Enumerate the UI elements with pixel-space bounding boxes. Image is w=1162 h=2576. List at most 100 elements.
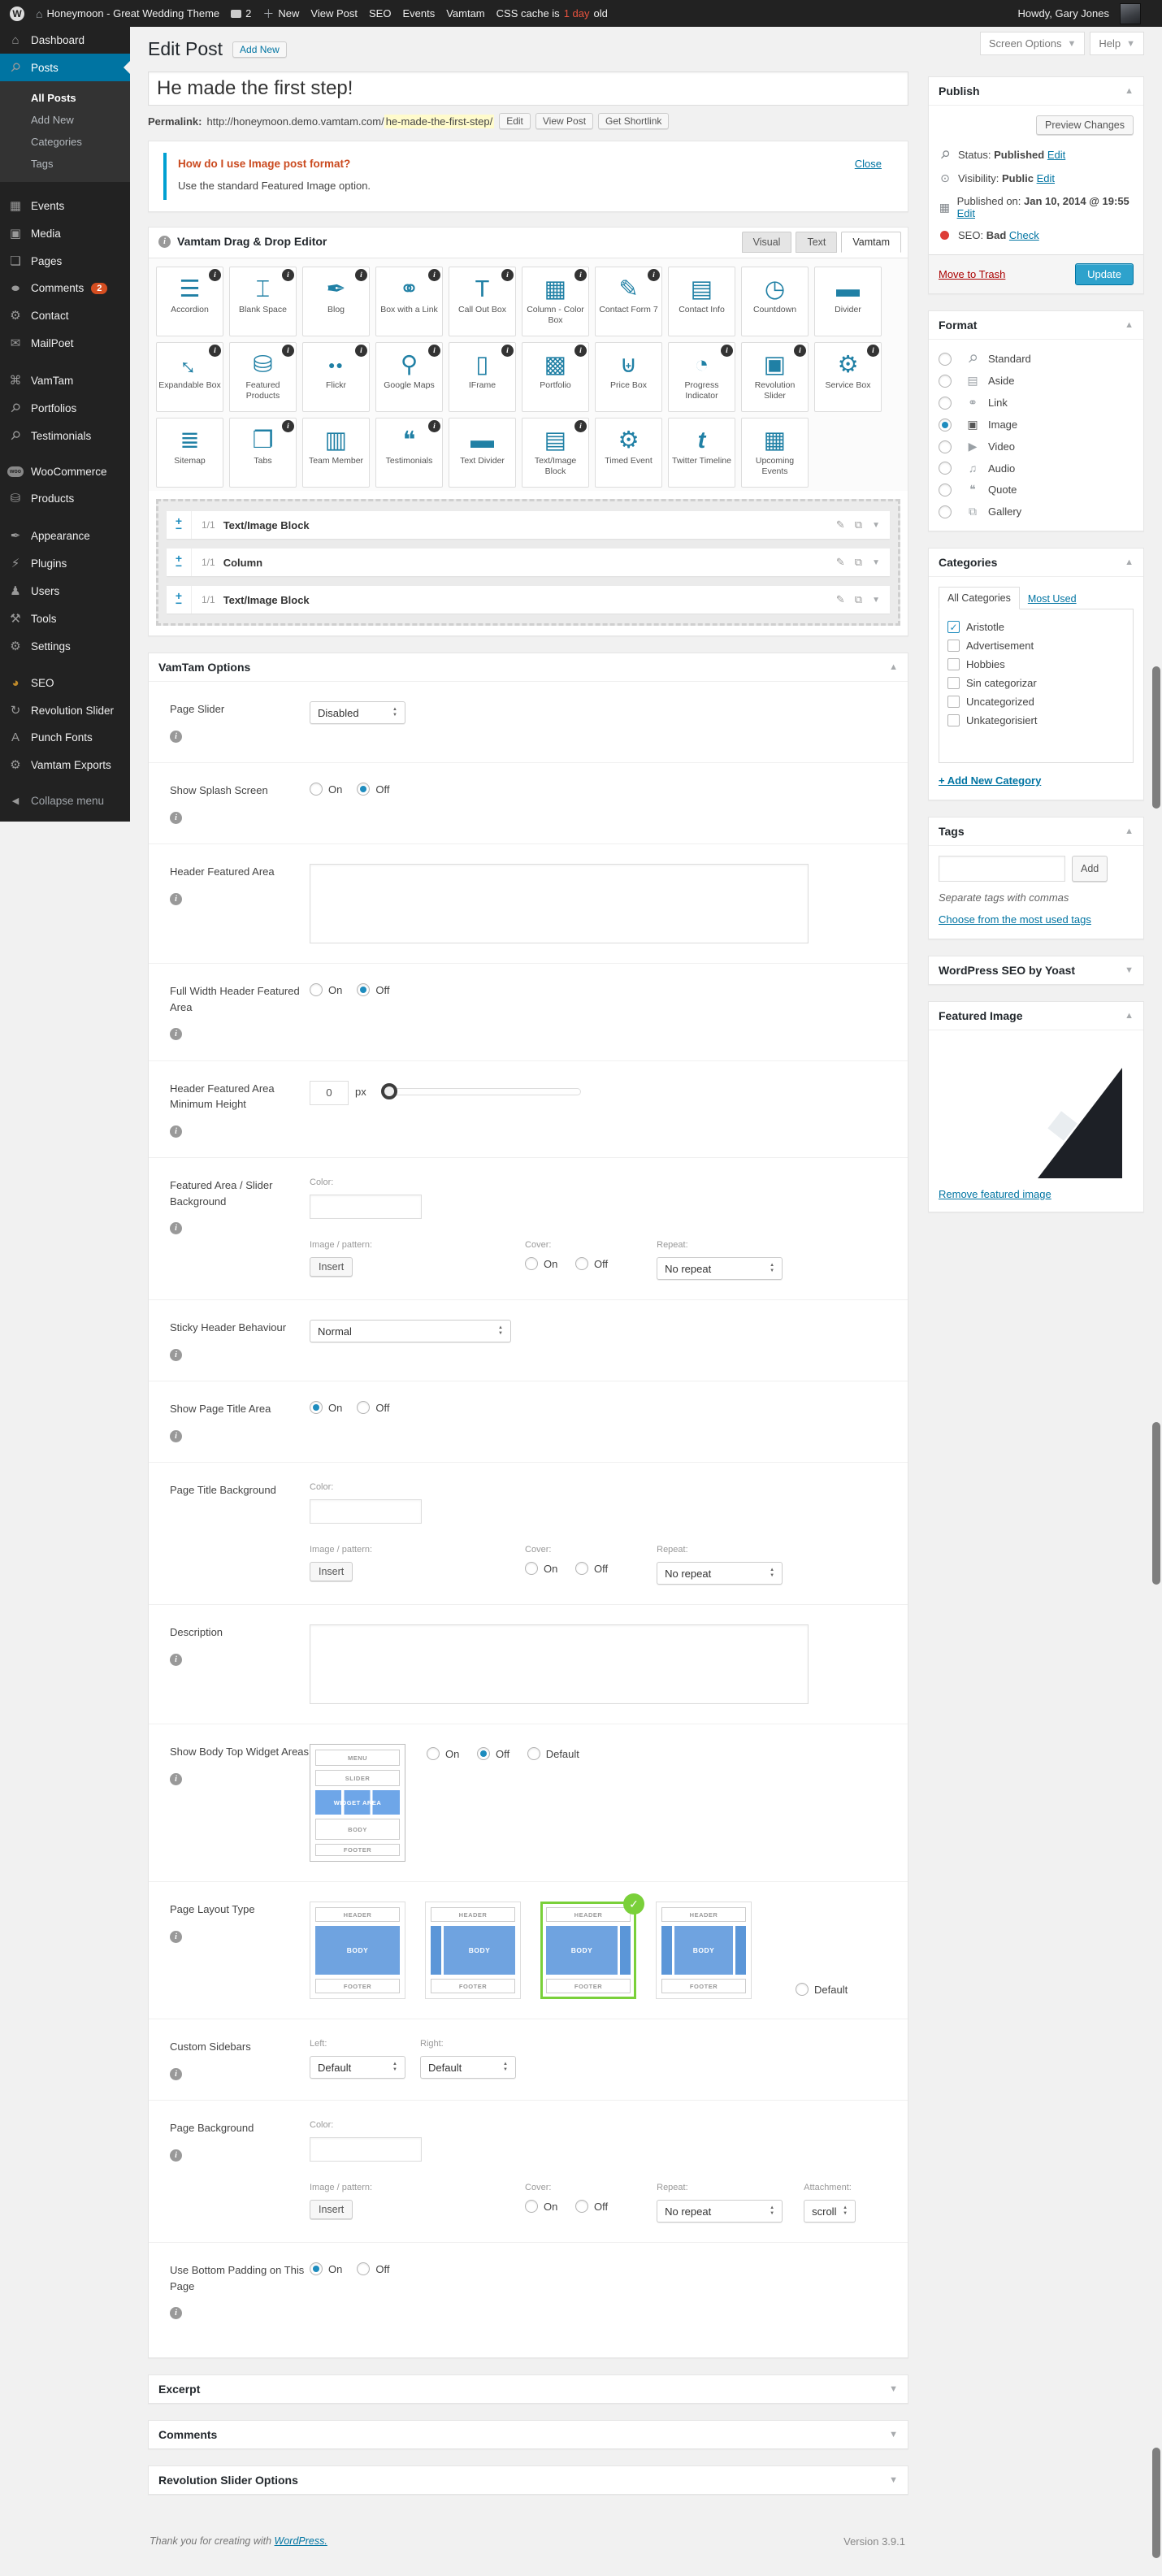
- info-icon[interactable]: i: [170, 1931, 182, 1943]
- sidebar-link-collapse-menu[interactable]: ◀Collapse menu: [0, 788, 130, 813]
- info-badge-icon[interactable]: i: [574, 345, 587, 357]
- info-icon[interactable]: i: [170, 1349, 182, 1361]
- collapse-toggle-icon[interactable]: ▲: [1125, 826, 1134, 836]
- radio-default[interactable]: Default: [796, 1983, 848, 1996]
- sidebar-link-mailpoet[interactable]: ✉MailPoet: [0, 329, 130, 357]
- info-badge-icon[interactable]: i: [648, 269, 660, 281]
- insert-button[interactable]: Insert: [310, 1562, 353, 1581]
- info-icon[interactable]: i: [170, 2307, 182, 2319]
- radio-on[interactable]: On: [310, 983, 342, 996]
- radio-on[interactable]: On: [525, 2200, 557, 2213]
- sidebar-link-punch-fonts[interactable]: APunch Fonts: [0, 724, 130, 751]
- sidebar-link-vamtam[interactable]: ⌘VamTam: [0, 366, 130, 394]
- palette-item-tabs[interactable]: i❐Tabs: [229, 418, 297, 488]
- info-badge-icon[interactable]: i: [501, 345, 514, 357]
- scrollbar-thumb[interactable]: [1152, 2448, 1160, 2558]
- info-icon[interactable]: i: [170, 893, 182, 905]
- sidebar-link-appearance[interactable]: ✒Appearance: [0, 522, 130, 549]
- info-badge-icon[interactable]: i: [794, 345, 806, 357]
- insert-button[interactable]: Insert: [310, 2200, 353, 2219]
- repeat-select[interactable]: No repeat▲▼: [657, 2200, 783, 2223]
- move-to-trash-link[interactable]: Move to Trash: [939, 268, 1005, 280]
- tab-visual[interactable]: Visual: [742, 232, 792, 253]
- category-item-aristotle[interactable]: ✓Aristotle: [947, 618, 1133, 636]
- admin-bar-new[interactable]: ＋ New: [262, 6, 299, 22]
- post-title-input[interactable]: [148, 72, 908, 106]
- block-resize-handle[interactable]: +−: [167, 549, 192, 576]
- sidebar-link-testimonials[interactable]: ⚲Testimonials: [0, 422, 130, 449]
- palette-item-testimonials[interactable]: i❝Testimonials: [375, 418, 443, 488]
- edit-block-icon[interactable]: ✎: [836, 556, 845, 569]
- palette-item-price-box[interactable]: ⊎Price Box: [595, 342, 662, 412]
- checkbox-advertisement[interactable]: [947, 640, 960, 652]
- edit-permalink-button[interactable]: Edit: [499, 113, 531, 129]
- radio-on[interactable]: On: [525, 1562, 557, 1575]
- sidebar-link-pages[interactable]: ❏Pages: [0, 247, 130, 275]
- expand-toggle-icon[interactable]: ▼: [889, 2430, 898, 2439]
- info-badge-icon[interactable]: i: [428, 345, 440, 357]
- info-badge-icon[interactable]: i: [574, 420, 587, 432]
- wordpress-link[interactable]: WordPress.: [275, 2535, 327, 2547]
- collapse-toggle-icon[interactable]: ▲: [1125, 1011, 1134, 1021]
- page-slider-select[interactable]: Disabled ▲▼: [310, 701, 405, 724]
- layout-thumb-both-sidebars[interactable]: HEADER BODY FOOTER: [656, 1902, 752, 1999]
- collapse-toggle-icon[interactable]: ▲: [889, 662, 898, 672]
- admin-bar-comments[interactable]: 2: [231, 7, 251, 20]
- info-badge-icon[interactable]: i: [282, 269, 294, 281]
- palette-item-contact-info[interactable]: ▤Contact Info: [668, 267, 735, 336]
- admin-bar-seo[interactable]: SEO: [369, 7, 391, 20]
- sidebar-link-media[interactable]: ▣Media: [0, 219, 130, 247]
- expand-block-icon[interactable]: ▼: [872, 558, 880, 567]
- add-new-button[interactable]: Add New: [232, 41, 287, 58]
- wp-logo[interactable]: W: [10, 7, 24, 21]
- sidebar-link-dashboard[interactable]: ⌂Dashboard: [0, 27, 130, 54]
- edit-block-icon[interactable]: ✎: [836, 518, 845, 531]
- format-option-aside[interactable]: ▤Aside: [939, 370, 1134, 392]
- info-icon[interactable]: i: [170, 1654, 182, 1666]
- info-badge-icon[interactable]: i: [209, 269, 221, 281]
- collapse-toggle-icon[interactable]: ▲: [1125, 320, 1134, 330]
- tab-most-used[interactable]: Most Used: [1020, 588, 1085, 609]
- palette-item-box-with-a-link[interactable]: i⚭Box with a Link: [375, 267, 443, 336]
- category-item-hobbies[interactable]: Hobbies: [947, 655, 1133, 674]
- format-option-audio[interactable]: ♫Audio: [939, 458, 1134, 479]
- palette-item-google-maps[interactable]: i⚲Google Maps: [375, 342, 443, 412]
- info-icon[interactable]: i: [170, 2068, 182, 2080]
- palette-item-iframe[interactable]: i▯IFrame: [449, 342, 516, 412]
- format-option-video[interactable]: ▶Video: [939, 436, 1134, 458]
- add-new-category-link[interactable]: + Add New Category: [939, 774, 1041, 787]
- remove-featured-image-link[interactable]: Remove featured image: [939, 1188, 1051, 1200]
- format-option-image[interactable]: ▣Image: [939, 414, 1134, 436]
- palette-item-column-color-box[interactable]: i▦Column - Color Box: [522, 267, 589, 336]
- info-badge-icon[interactable]: i: [721, 345, 733, 357]
- palette-item-timed-event[interactable]: ⚙Timed Event: [595, 418, 662, 488]
- insert-button[interactable]: Insert: [310, 1257, 353, 1277]
- color-input[interactable]: [310, 2137, 422, 2162]
- info-icon[interactable]: i: [170, 731, 182, 743]
- block-resize-handle[interactable]: +−: [167, 511, 192, 539]
- info-icon[interactable]: i: [170, 1125, 182, 1138]
- permalink-slug[interactable]: he-made-the-first-step/: [384, 115, 495, 128]
- sidebar-link-products[interactable]: ⛁Products: [0, 484, 130, 512]
- submenu-item-tags[interactable]: Tags: [0, 153, 130, 175]
- sidebar-link-contact[interactable]: ⚙Contact: [0, 301, 130, 329]
- palette-item-blog[interactable]: i✒Blog: [302, 267, 370, 336]
- collapse-toggle-icon[interactable]: ▲: [1125, 86, 1134, 96]
- palette-item-service-box[interactable]: i⚙Service Box: [814, 342, 882, 412]
- admin-bar-view-post[interactable]: View Post: [310, 7, 358, 20]
- attachment-select[interactable]: scroll▲▼: [804, 2200, 856, 2223]
- description-textarea[interactable]: [310, 1624, 809, 1704]
- radio-on[interactable]: On: [310, 1401, 342, 1414]
- palette-item-portfolio[interactable]: i▩Portfolio: [522, 342, 589, 412]
- radio-off[interactable]: Off: [357, 2262, 389, 2275]
- info-badge-icon[interactable]: i: [355, 269, 367, 281]
- palette-item-blank-space[interactable]: i⌶Blank Space: [229, 267, 297, 336]
- sidebar-link-woocommerce[interactable]: wooWooCommerce: [0, 459, 130, 484]
- layout-thumb-right-sidebar[interactable]: HEADER BODY FOOTER: [540, 1902, 636, 1999]
- edit-status-link[interactable]: Edit: [1047, 149, 1065, 161]
- category-item-sin-categorizar[interactable]: Sin categorizar: [947, 674, 1133, 692]
- info-badge-icon[interactable]: i: [209, 345, 221, 357]
- preview-changes-button[interactable]: Preview Changes: [1036, 115, 1134, 135]
- palette-item-countdown[interactable]: ◷Countdown: [741, 267, 809, 336]
- sidebar-link-seo[interactable]: ◕SEO: [0, 670, 130, 696]
